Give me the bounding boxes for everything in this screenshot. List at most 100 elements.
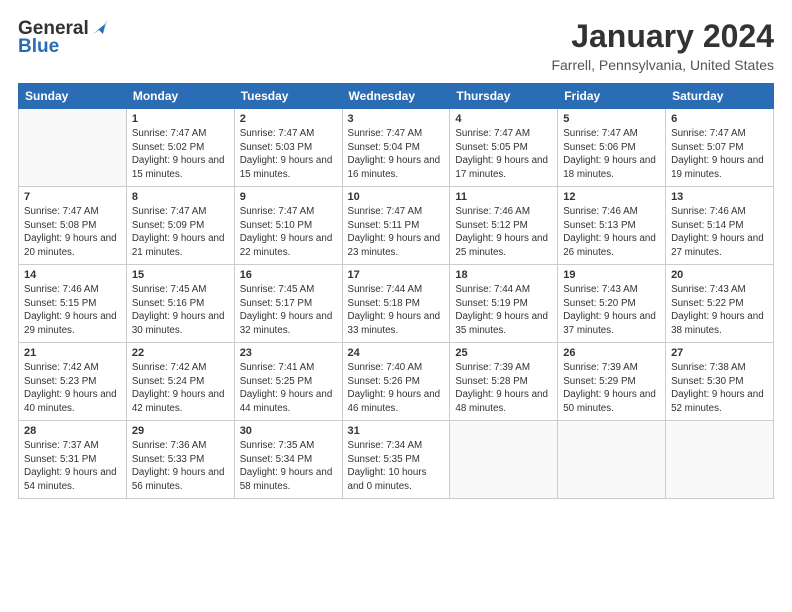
sunset-text: Sunset: 5:05 PM: [455, 142, 527, 153]
day-number: 30: [240, 425, 337, 437]
calendar-cell: 30 Sunrise: 7:35 AMSunset: 5:34 PMDayligh…: [234, 421, 342, 499]
sunrise-text: Sunrise: 7:34 AM: [348, 440, 423, 451]
sunset-text: Sunset: 5:33 PM: [132, 454, 204, 465]
day-info: Sunrise: 7:47 AM Sunset: 5:11 PM Daylight:…: [348, 205, 445, 260]
day-info: Sunrise: 7:46 AMSunset: 5:13 PMDaylight:…: [563, 205, 660, 260]
header-thursday: Thursday: [450, 84, 558, 109]
sunrise-text: Sunrise: 7:45 AM: [132, 284, 207, 295]
calendar-cell: 12 Sunrise: 7:46 AMSunset: 5:13 PMDayligh…: [558, 187, 666, 265]
day-info: Sunrise: 7:47 AMSunset: 5:05 PMDaylight:…: [455, 127, 552, 182]
sunrise-text: Sunrise: 7:47 AM: [455, 128, 530, 139]
sunrise-text: Sunrise: 7:42 AM: [24, 362, 99, 373]
sunset-text: Sunset: 5:35 PM: [348, 454, 420, 465]
daylight-text: Daylight: 9 hours and 37 minutes.: [563, 311, 656, 336]
day-info: Sunrise: 7:43 AMSunset: 5:20 PMDaylight:…: [563, 283, 660, 338]
calendar-cell: 15Sunrise: 7:45 AMSunset: 5:16 PMDayligh…: [126, 265, 234, 343]
day-info: Sunrise: 7:46 AMSunset: 5:14 PMDaylight:…: [671, 205, 768, 260]
daylight-text: Daylight: 9 hours and 46 minutes.: [348, 389, 441, 414]
sunrise-text: Sunrise: 7:44 AM: [455, 284, 530, 295]
day-info: Sunrise: 7:45 AMSunset: 5:16 PMDaylight:…: [132, 283, 229, 338]
daylight-text: Daylight: 9 hours and 50 minutes.: [563, 389, 656, 414]
sunset-text: Sunset: 5:26 PM: [348, 376, 420, 387]
daylight-text: Daylight: 9 hours and 19 minutes.: [671, 155, 764, 180]
calendar-cell: 19Sunrise: 7:43 AMSunset: 5:20 PMDayligh…: [558, 265, 666, 343]
sunset-text: Sunset: 5:13 PM: [563, 220, 635, 231]
calendar-cell: [19, 109, 127, 187]
calendar-cell: [666, 421, 774, 499]
calendar-cell: 24 Sunrise: 7:40 AMSunset: 5:26 PMDayligh…: [342, 343, 450, 421]
daylight-text: Daylight: 9 hours and 15 minutes.: [240, 155, 333, 180]
day-number: 12: [563, 191, 660, 203]
logo-blue: Blue: [18, 36, 59, 58]
day-info: Sunrise: 7:42 AMSunset: 5:23 PMDaylight:…: [24, 361, 121, 416]
header-wednesday: Wednesday: [342, 84, 450, 109]
sunset-text: Sunset: 5:19 PM: [455, 298, 527, 309]
calendar-cell: 18Sunrise: 7:44 AMSunset: 5:19 PMDayligh…: [450, 265, 558, 343]
sunset-text: Sunset: 5:06 PM: [563, 142, 635, 153]
sunrise-text: Sunrise: 7:47 AM: [348, 128, 423, 139]
daylight-text: Daylight: 9 hours and 32 minutes.: [240, 311, 333, 336]
day-info: Sunrise: 7:40 AMSunset: 5:26 PMDaylight:…: [348, 361, 445, 416]
day-info: Sunrise: 7:34 AMSunset: 5:35 PMDaylight:…: [348, 439, 445, 494]
sunrise-text: Sunrise: 7:47 AM: [348, 206, 423, 217]
header-sunday: Sunday: [19, 84, 127, 109]
sunset-text: Sunset: 5:12 PM: [455, 220, 527, 231]
daylight-text: Daylight: 9 hours and 25 minutes.: [455, 233, 548, 258]
sunset-text: Sunset: 5:14 PM: [671, 220, 743, 231]
sunrise-text: Sunrise: 7:46 AM: [24, 284, 99, 295]
sunrise-text: Sunrise: 7:47 AM: [132, 206, 207, 217]
calendar-cell: 16Sunrise: 7:45 AMSunset: 5:17 PMDayligh…: [234, 265, 342, 343]
sunrise-text: Sunrise: 7:47 AM: [671, 128, 746, 139]
day-number: 28: [24, 425, 121, 437]
day-number: 9: [240, 191, 337, 203]
calendar-cell: 29Sunrise: 7:36 AMSunset: 5:33 PMDayligh…: [126, 421, 234, 499]
daylight-text: Daylight: 9 hours and 56 minutes.: [132, 467, 225, 492]
sunset-text: Sunset: 5:11 PM: [348, 220, 420, 231]
sunset-text: Sunset: 5:03 PM: [240, 142, 312, 153]
sunset-text: Sunset: 5:28 PM: [455, 376, 527, 387]
calendar-cell: 7Sunrise: 7:47 AMSunset: 5:08 PMDaylight…: [19, 187, 127, 265]
calendar-cell: [450, 421, 558, 499]
daylight-text: Daylight: 9 hours and 20 minutes.: [24, 233, 117, 258]
day-info: Sunrise: 7:39 AMSunset: 5:28 PMDaylight:…: [455, 361, 552, 416]
day-number: 24: [348, 347, 445, 359]
day-info: Sunrise: 7:42 AMSunset: 5:24 PMDaylight:…: [132, 361, 229, 416]
day-number: 8: [132, 191, 229, 203]
calendar-cell: 13Sunrise: 7:46 AMSunset: 5:14 PMDayligh…: [666, 187, 774, 265]
sunrise-text: Sunrise: 7:47 AM: [240, 128, 315, 139]
sunrise-text: Sunrise: 7:46 AM: [455, 206, 530, 217]
day-number: 23: [240, 347, 337, 359]
day-info: Sunrise: 7:47 AMSunset: 5:06 PMDaylight:…: [563, 127, 660, 182]
day-info: Sunrise: 7:45 AMSunset: 5:17 PMDaylight:…: [240, 283, 337, 338]
week-row-2: 14Sunrise: 7:46 AMSunset: 5:15 PMDayligh…: [19, 265, 774, 343]
daylight-text: Daylight: 9 hours and 15 minutes.: [132, 155, 225, 180]
day-info: Sunrise: 7:47 AMSunset: 5:04 PMDaylight:…: [348, 127, 445, 182]
day-info: Sunrise: 7:44 AMSunset: 5:19 PMDaylight:…: [455, 283, 552, 338]
title-section: January 2024 Farrell, Pennsylvania, Unit…: [551, 18, 774, 73]
sunrise-text: Sunrise: 7:37 AM: [24, 440, 99, 451]
day-number: 26: [563, 347, 660, 359]
day-number: 21: [24, 347, 121, 359]
calendar-cell: 26 Sunrise: 7:39 AMSunset: 5:29 PMDayligh…: [558, 343, 666, 421]
sunset-text: Sunset: 5:34 PM: [240, 454, 312, 465]
day-info: Sunrise: 7:39 AMSunset: 5:29 PMDaylight:…: [563, 361, 660, 416]
header-tuesday: Tuesday: [234, 84, 342, 109]
day-number: 17: [348, 269, 445, 281]
calendar-cell: 20Sunrise: 7:43 AMSunset: 5:22 PMDayligh…: [666, 265, 774, 343]
sunrise-text: Sunrise: 7:36 AM: [132, 440, 207, 451]
day-number: 2: [240, 113, 337, 125]
calendar-cell: 28Sunrise: 7:37 AMSunset: 5:31 PMDayligh…: [19, 421, 127, 499]
location-subtitle: Farrell, Pennsylvania, United States: [551, 57, 774, 73]
daylight-text: Daylight: 9 hours and 23 minutes.: [348, 233, 441, 258]
logo-bird-icon: [91, 20, 107, 36]
day-info: Sunrise: 7:47 AMSunset: 5:02 PMDaylight:…: [132, 127, 229, 182]
calendar-cell: 17Sunrise: 7:44 AMSunset: 5:18 PMDayligh…: [342, 265, 450, 343]
day-info: Sunrise: 7:35 AMSunset: 5:34 PMDaylight:…: [240, 439, 337, 494]
day-number: 22: [132, 347, 229, 359]
day-info: Sunrise: 7:47 AMSunset: 5:07 PMDaylight:…: [671, 127, 768, 182]
sunrise-text: Sunrise: 7:44 AM: [348, 284, 423, 295]
day-number: 18: [455, 269, 552, 281]
sunrise-text: Sunrise: 7:46 AM: [671, 206, 746, 217]
day-number: 11: [455, 191, 552, 203]
sunrise-text: Sunrise: 7:43 AM: [671, 284, 746, 295]
